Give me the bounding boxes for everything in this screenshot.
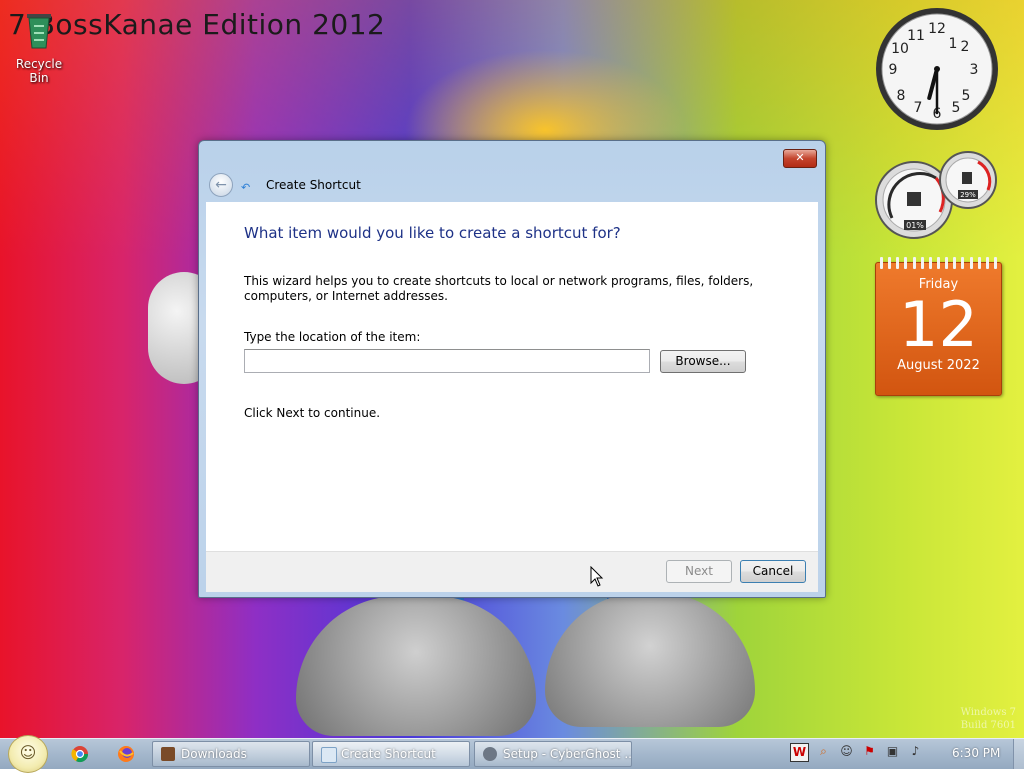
taskbar-clock[interactable]: 6:30 PM: [952, 746, 1000, 760]
windows-build-watermark: Windows 7 Build 7601: [961, 706, 1016, 732]
browse-button[interactable]: Browse...: [660, 350, 746, 373]
svg-text:2: 2: [961, 39, 970, 55]
firefox-icon: [118, 746, 134, 762]
taskbar-item-label: Downloads: [181, 747, 247, 761]
svg-text:3: 3: [970, 62, 979, 78]
taskbar: ☺ Downloads Create Shortcut Setup - Cybe…: [0, 735, 1024, 773]
calendar-rings: [880, 257, 997, 269]
taskbar-item-create-shortcut[interactable]: Create Shortcut: [312, 741, 470, 767]
mascot-shoe-right: [545, 592, 755, 727]
start-orb-icon: ☺: [19, 743, 37, 762]
smiley-icon[interactable]: ☺: [838, 743, 855, 760]
recycle-bin-shortcut[interactable]: Recycle Bin: [6, 8, 72, 85]
cyberghost-icon: [483, 747, 497, 761]
svg-text:5: 5: [952, 100, 961, 116]
volume-icon[interactable]: ♪: [907, 743, 924, 760]
firefox-pinned[interactable]: [110, 742, 142, 766]
svg-text:8: 8: [897, 88, 906, 104]
svg-text:7: 7: [914, 100, 923, 116]
back-button[interactable]: ←: [209, 173, 233, 197]
location-input[interactable]: [244, 349, 650, 373]
back-arrow-icon: ←: [215, 177, 227, 193]
clock-gadget[interactable]: 1223 516 789 10115: [874, 6, 1000, 132]
calendar-month-year: August 2022: [897, 358, 980, 373]
dialog-title: Create Shortcut: [266, 178, 361, 192]
location-label: Type the location of the item:: [244, 330, 421, 344]
show-desktop-button[interactable]: [1013, 739, 1024, 769]
continue-instruction: Click Next to continue.: [244, 406, 381, 420]
svg-text:5: 5: [962, 88, 971, 104]
desktop: 7 BossKanae Edition 2012 Recycle Bin 12 2…: [0, 0, 1024, 738]
svg-text:1: 1: [949, 36, 958, 52]
system-tray: W ⌕ ☺ ⚑ ▣ ♪: [790, 743, 924, 765]
close-button[interactable]: ✕: [783, 149, 817, 168]
wizard-description: This wizard helps you to create shortcut…: [244, 274, 754, 303]
wizard-content: What item would you like to create a sho…: [206, 202, 818, 551]
mouse-cursor-icon: [590, 566, 604, 587]
winamp-icon[interactable]: W: [790, 743, 809, 762]
cancel-button[interactable]: Cancel: [740, 560, 806, 583]
recycle-bin-label: Recycle Bin: [15, 57, 63, 85]
memory-readout: 29%: [960, 191, 976, 199]
watermark-line-1: Windows 7: [960, 707, 1016, 718]
cpu-readout: 01%: [906, 221, 924, 230]
wizard-heading: What item would you like to create a sho…: [244, 224, 621, 242]
wizard-footer: Next Cancel: [206, 551, 818, 592]
shortcut-icon: [321, 747, 337, 763]
calendar-day-number: 12: [899, 288, 978, 361]
shortcut-icon: ↶: [241, 181, 251, 194]
calendar-gadget[interactable]: Friday 12 August 2022: [875, 257, 1002, 396]
next-button[interactable]: Next: [666, 560, 732, 583]
svg-text:12: 12: [928, 21, 946, 37]
svg-text:11: 11: [907, 28, 925, 44]
network-warning-icon[interactable]: ⚑: [861, 743, 878, 760]
chrome-icon: [71, 746, 89, 763]
taskbar-item-label: Create Shortcut: [341, 747, 436, 761]
mascot-shoe-left: [296, 596, 536, 736]
recycle-bin-icon: [27, 14, 51, 49]
start-button[interactable]: ☺: [8, 735, 48, 773]
taskbar-item-cyberghost-setup[interactable]: Setup - CyberGhost ...: [474, 741, 632, 767]
taskbar-item-downloads[interactable]: Downloads: [152, 741, 310, 767]
svg-text:9: 9: [889, 62, 898, 78]
watermark-line-2: Build 7601: [960, 720, 1016, 731]
chrome-pinned[interactable]: [64, 742, 96, 766]
create-shortcut-dialog: ✕ ← ↶ Create Shortcut What item would yo…: [198, 140, 826, 598]
taskbar-item-label: Setup - CyberGhost ...: [503, 747, 632, 761]
display-icon[interactable]: ▣: [884, 743, 901, 760]
folder-icon: [161, 747, 175, 761]
search-icon[interactable]: ⌕: [815, 743, 832, 760]
cpu-meter-gadget[interactable]: 01% 29%: [874, 148, 1000, 242]
